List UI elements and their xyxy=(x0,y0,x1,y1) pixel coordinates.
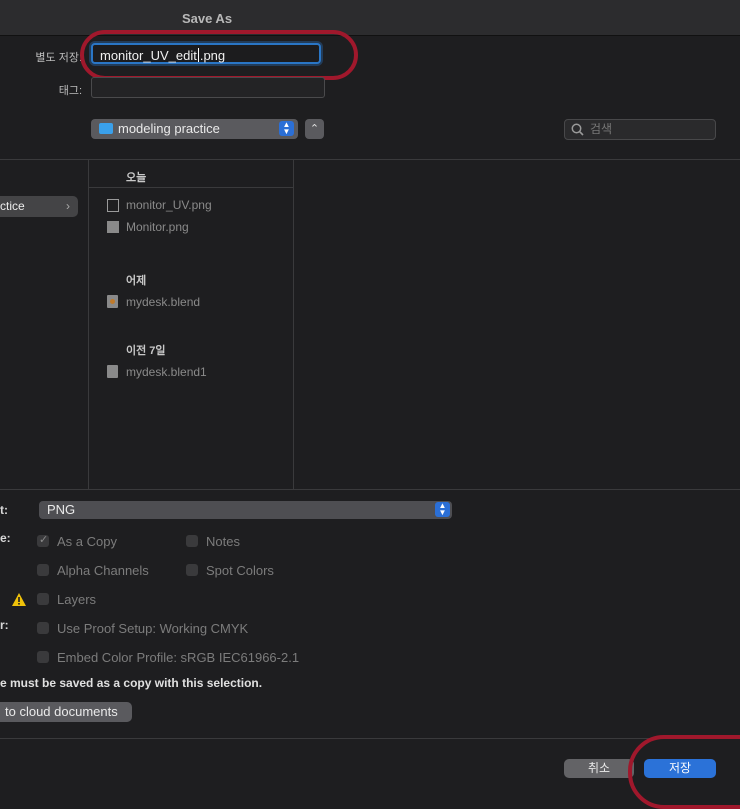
use-proof-setup-label: Use Proof Setup: Working CMYK xyxy=(57,621,249,636)
section-header-yesterday: 어제 xyxy=(126,275,147,287)
spot-colors-checkbox[interactable] xyxy=(186,564,198,576)
warning-message: e must be saved as a copy with this sele… xyxy=(0,676,263,690)
search-icon xyxy=(571,123,584,136)
save-label: e: xyxy=(0,531,11,545)
sidebar-divider xyxy=(88,160,89,489)
chevron-right-icon: › xyxy=(66,199,70,213)
file-name: mydesk.blend1 xyxy=(126,365,207,379)
sidebar-item-label: ctice xyxy=(0,199,25,213)
embed-color-profile-label: Embed Color Profile: sRGB IEC61966-2.1 xyxy=(57,650,300,665)
use-proof-setup-checkbox[interactable] xyxy=(37,622,49,634)
image-file-icon xyxy=(107,199,119,212)
chevron-up-icon: ⌃ xyxy=(309,123,320,135)
section-header-previous-7-days: 이전 7일 xyxy=(126,345,166,357)
section-header-today: 오늘 xyxy=(126,172,147,184)
layers-checkbox[interactable] xyxy=(37,593,49,605)
column-divider xyxy=(293,160,294,489)
image-file-icon xyxy=(107,221,119,233)
search-field[interactable]: 검색 xyxy=(564,119,716,140)
format-popup[interactable]: PNG ▲ ▼ xyxy=(39,501,452,519)
browser-bottom-divider xyxy=(0,489,740,490)
document-file-icon xyxy=(107,365,118,378)
format-label: t: xyxy=(0,503,8,517)
layers-label: Layers xyxy=(57,592,97,607)
alpha-channels-checkbox[interactable] xyxy=(37,564,49,576)
save-to-cloud-button[interactable]: to cloud documents xyxy=(0,702,132,722)
spot-colors-label: Spot Colors xyxy=(206,563,274,578)
search-placeholder: 검색 xyxy=(590,122,613,136)
file-name: Monitor.png xyxy=(126,220,189,234)
file-name: mydesk.blend xyxy=(126,295,201,309)
notes-label: Notes xyxy=(206,534,240,549)
file-name: monitor_UV.png xyxy=(126,198,212,212)
as-a-copy-label: As a Copy xyxy=(57,534,117,549)
location-popup[interactable]: modeling practice ▲ ▼ xyxy=(91,119,298,139)
column-header-divider xyxy=(89,187,293,188)
highlight-circle-save xyxy=(628,735,740,809)
format-value: PNG xyxy=(47,502,76,517)
window-title: Save As xyxy=(181,11,233,26)
browser-top-divider xyxy=(0,159,740,160)
tags-field[interactable] xyxy=(91,77,325,98)
collapse-button[interactable]: ⌃ xyxy=(305,119,324,139)
sidebar-item-modeling-practice[interactable]: ctice › xyxy=(0,196,78,217)
highlight-circle-filename xyxy=(80,30,358,80)
alpha-channels-label: Alpha Channels xyxy=(57,563,149,578)
chevron-updown-icon: ▲ ▼ xyxy=(435,502,450,517)
tags-label: 태그: xyxy=(58,85,82,97)
cancel-button[interactable]: 취소 xyxy=(564,759,634,778)
chevron-updown-icon: ▲ ▼ xyxy=(279,121,294,136)
embed-color-profile-checkbox[interactable] xyxy=(37,651,49,663)
blender-logo-icon xyxy=(110,299,115,304)
footer-divider xyxy=(0,738,740,739)
save-as-label: 별도 저장: xyxy=(35,52,82,64)
folder-icon xyxy=(99,123,113,134)
checkmark-icon: ✓ xyxy=(39,534,49,546)
location-folder-name: modeling practice xyxy=(118,121,220,136)
warning-icon xyxy=(12,593,26,606)
color-label: r: xyxy=(0,618,9,632)
notes-checkbox[interactable] xyxy=(186,535,198,547)
as-a-copy-checkbox[interactable]: ✓ xyxy=(37,534,49,547)
